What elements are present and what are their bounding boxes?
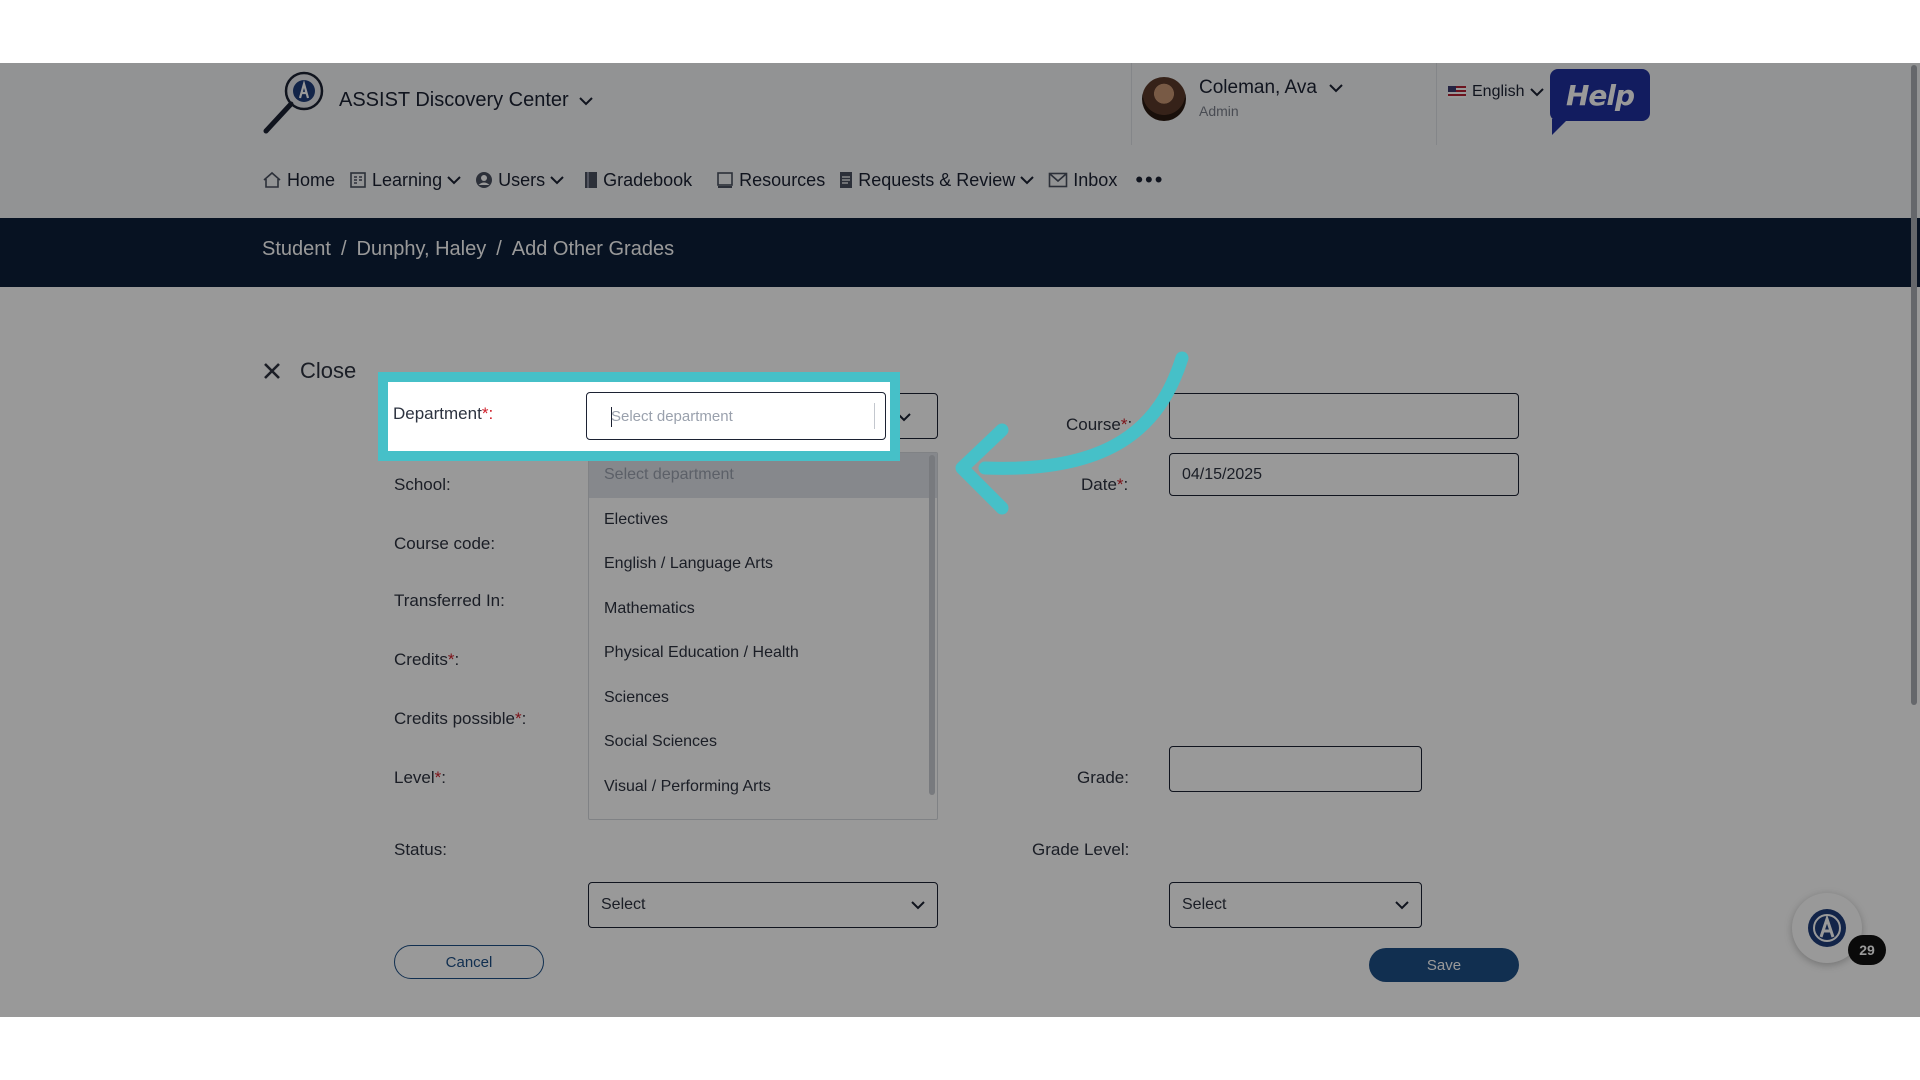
- close-icon: [264, 363, 280, 379]
- chevron-down-icon: [1329, 84, 1343, 93]
- nav-label: Home: [287, 169, 336, 190]
- nav-label: Inbox: [1073, 169, 1118, 190]
- requests-icon: [840, 172, 853, 188]
- department-dropdown-list: Select department Electives English / La…: [588, 452, 938, 820]
- department-option[interactable]: Physical Education / Health: [589, 631, 937, 676]
- nav-inbox[interactable]: Inbox: [1048, 170, 1117, 191]
- department-option[interactable]: Social Sciences: [589, 720, 937, 765]
- breadcrumb-bar: Student / Dunphy, Haley / Add Other Grad…: [0, 218, 1920, 287]
- grade-level-select[interactable]: Select: [1169, 882, 1422, 928]
- main-nav: Home Learning Users Gradebook Resources: [262, 167, 1164, 193]
- us-flag-icon: [1448, 86, 1466, 98]
- date-input[interactable]: 04/15/2025: [1169, 453, 1519, 496]
- user-role: Admin: [1199, 103, 1239, 119]
- close-label: Close: [300, 358, 357, 383]
- language-label: English: [1472, 83, 1525, 100]
- app-title-menu[interactable]: ASSIST Discovery Center: [339, 89, 593, 112]
- course-code-label: Course code:: [394, 534, 496, 553]
- department-placeholder: Select department: [611, 407, 733, 425]
- language-selector[interactable]: English: [1448, 83, 1545, 101]
- dropdown-scrollbar[interactable]: [929, 455, 935, 795]
- nav-requests-review[interactable]: Requests & Review: [839, 170, 1034, 191]
- department-option[interactable]: English / Language Arts: [589, 542, 937, 587]
- department-highlight: Department*: Select department: [378, 372, 900, 461]
- nav-label: Requests & Review: [858, 169, 1016, 190]
- chevron-down-icon: [1020, 176, 1034, 185]
- status-label: Status:: [394, 840, 447, 859]
- breadcrumb-student-name[interactable]: Dunphy, Haley: [357, 238, 487, 261]
- nav-learning[interactable]: Learning: [349, 170, 461, 191]
- notification-count-badge: 29: [1848, 935, 1886, 965]
- breadcrumb: Student / Dunphy, Haley / Add Other Grad…: [262, 238, 674, 261]
- grade-level-value: Select: [1182, 896, 1227, 913]
- header-divider: [1436, 63, 1437, 145]
- top-header: ASSIST Discovery Center Coleman, Ava Adm…: [0, 63, 1920, 218]
- nav-users[interactable]: Users: [475, 170, 564, 191]
- user-icon: [476, 172, 493, 188]
- nav-label: Resources: [739, 169, 826, 190]
- gradebook-icon: [585, 172, 598, 188]
- more-menu-icon[interactable]: •••: [1135, 167, 1164, 193]
- department-option[interactable]: Sciences: [589, 676, 937, 721]
- chevron-down-icon: [447, 176, 461, 185]
- home-icon: [263, 171, 281, 188]
- chevron-down-icon: [1530, 88, 1545, 97]
- resources-icon: [717, 172, 733, 188]
- callout-arrow-icon: [955, 351, 1189, 515]
- school-label: School:: [394, 475, 451, 494]
- help-button[interactable]: Help: [1550, 69, 1650, 135]
- chevron-down-icon: [550, 176, 564, 185]
- nav-resources[interactable]: Resources: [716, 170, 825, 191]
- credits-label: Credits*:: [394, 650, 460, 669]
- avatar[interactable]: [1142, 77, 1186, 121]
- department-search-input[interactable]: Select department: [586, 392, 886, 440]
- grade-input[interactable]: [1169, 746, 1422, 792]
- transferred-in-label: Transferred In:: [394, 591, 505, 610]
- course-input[interactable]: [1169, 393, 1519, 439]
- nav-label: Gradebook: [603, 169, 693, 190]
- status-value: Select: [601, 896, 646, 913]
- page-scrollbar[interactable]: [1911, 65, 1917, 705]
- level-label: Level*:: [394, 768, 446, 787]
- status-select[interactable]: Select: [588, 882, 938, 928]
- chevron-down-icon: [911, 901, 925, 910]
- breadcrumb-student[interactable]: Student: [262, 238, 331, 261]
- credits-possible-label: Credits possible*:: [394, 709, 527, 728]
- department-option[interactable]: Mathematics: [589, 587, 937, 632]
- user-name: Coleman, Ava: [1199, 77, 1317, 98]
- inbox-icon: [1048, 172, 1068, 188]
- nav-label: Users: [498, 169, 546, 190]
- breadcrumb-separator: /: [496, 238, 502, 260]
- nav-label: Learning: [372, 169, 443, 190]
- breadcrumb-separator: /: [340, 238, 347, 260]
- nav-gradebook[interactable]: Gradebook: [584, 170, 692, 191]
- app-title: ASSIST Discovery Center: [339, 89, 569, 111]
- user-menu[interactable]: Coleman, Ava: [1199, 77, 1343, 99]
- cancel-button[interactable]: Cancel: [394, 945, 544, 979]
- assist-logo-icon: [1808, 909, 1846, 947]
- learning-icon: [350, 172, 366, 188]
- grade-level-label: Grade Level:: [1032, 840, 1130, 859]
- close-button[interactable]: Close: [262, 358, 356, 384]
- nav-home[interactable]: Home: [262, 170, 335, 191]
- header-divider: [1131, 63, 1132, 145]
- app-logo-icon[interactable]: [262, 69, 330, 137]
- save-button[interactable]: Save: [1369, 948, 1519, 982]
- department-option[interactable]: Electives: [589, 498, 937, 543]
- chevron-down-icon: [1395, 901, 1409, 910]
- chevron-down-icon: [579, 96, 593, 105]
- department-option[interactable]: Visual / Performing Arts: [589, 765, 937, 810]
- breadcrumb-current: Add Other Grades: [511, 238, 675, 260]
- department-label: Department*:: [393, 404, 494, 423]
- grade-label: Grade:: [1077, 768, 1129, 787]
- app-frame: ASSIST Discovery Center Coleman, Ava Adm…: [0, 63, 1920, 1017]
